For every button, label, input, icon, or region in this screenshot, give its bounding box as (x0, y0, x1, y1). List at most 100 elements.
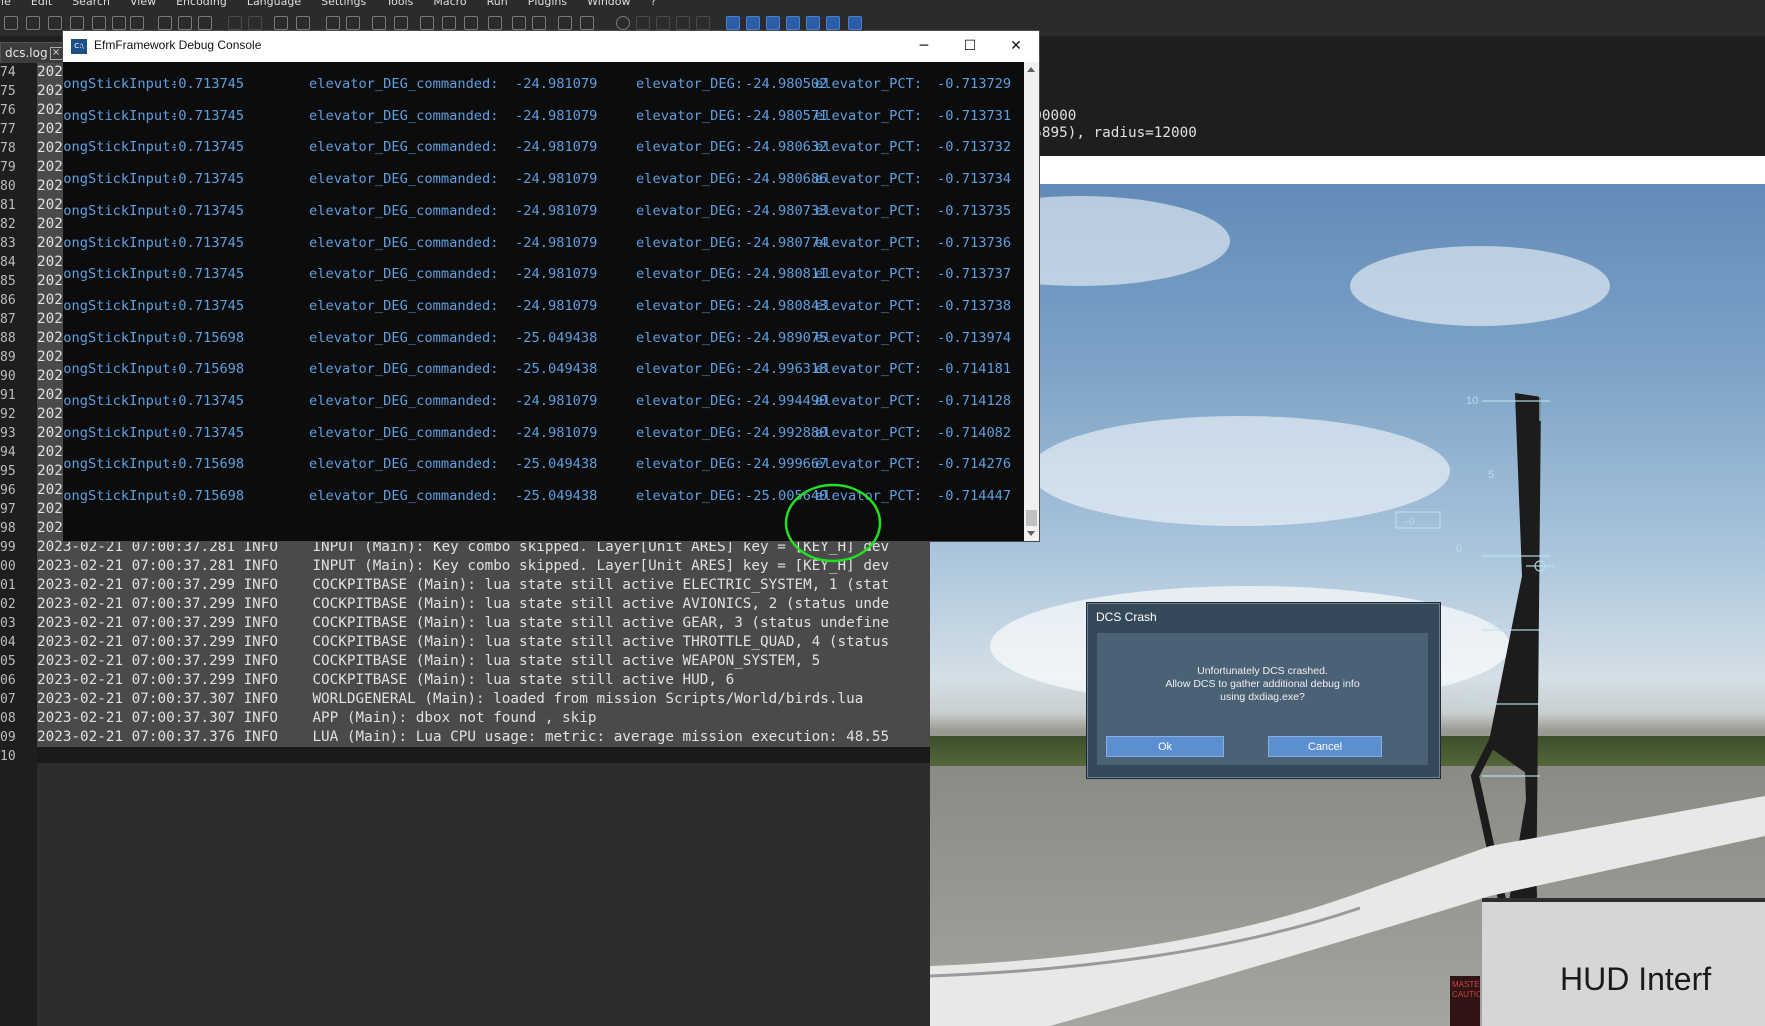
plugin-5-icon[interactable] (806, 16, 820, 30)
close-button[interactable]: ✕ (993, 31, 1039, 62)
menu-item[interactable]: ile (0, 0, 11, 8)
line-number: 78 (0, 141, 16, 156)
elevator-pct-value: -0.714276 (937, 456, 1012, 473)
menu-item[interactable]: View (130, 0, 156, 8)
save-macro-icon[interactable] (696, 16, 710, 30)
menu-item[interactable]: Window (587, 0, 630, 8)
stick-input-label: longStickInput: (63, 488, 179, 505)
elevator-pct-value: -0.714082 (937, 424, 1012, 441)
menu-item[interactable]: Language (247, 0, 301, 8)
elevator-deg-commanded-value: -25.049438 (515, 488, 598, 505)
plugin-3-icon[interactable] (766, 16, 780, 30)
hud-panel-label: HUD Interf (1560, 961, 1712, 997)
menu-item[interactable]: Tools (386, 0, 413, 8)
stick-input-value: -0.715698 (170, 456, 245, 473)
show-all-icon[interactable] (442, 16, 456, 30)
print-icon[interactable] (130, 16, 144, 30)
console-title: EfmFramework Debug Console (94, 38, 262, 52)
line-number: 93 (0, 426, 16, 441)
elevator-deg-label: elevator_DEG: (636, 234, 744, 251)
menu-item[interactable]: Settings (321, 0, 366, 8)
zoom-out-icon[interactable] (346, 16, 360, 30)
hud-ladder-label: -5 (1488, 619, 1498, 631)
undo-icon[interactable] (228, 16, 242, 30)
console-output[interactable]: longStickInput: -0.713745 elevator_DEG_com… (63, 62, 1024, 541)
replace-icon[interactable] (296, 16, 310, 30)
tab-dcs-log[interactable]: dcs.log × (0, 42, 67, 63)
elevator-pct-label: elevator_PCT: (815, 424, 923, 441)
scroll-down-icon[interactable] (1027, 531, 1035, 536)
elevator-pct-label: elevator_PCT: (815, 266, 923, 283)
elevator-deg-label: elevator_DEG: (636, 361, 744, 378)
menu-item[interactable]: Search (72, 0, 110, 8)
game-viewport[interactable]: 10 5 0 -5 -10 -0 HUD Interf MASTER CAUTI… (930, 156, 1765, 1026)
ok-button[interactable]: Ok (1106, 736, 1224, 757)
menu-item[interactable]: ? (651, 0, 657, 8)
elevator-pct-value: -0.713735 (937, 202, 1012, 219)
udl-icon[interactable] (488, 16, 502, 30)
indent-guide-icon[interactable] (464, 16, 478, 30)
maximize-button[interactable]: ☐ (947, 31, 993, 62)
find-icon[interactable] (274, 16, 288, 30)
paste-icon[interactable] (198, 16, 212, 30)
log-line: 2023-02-21 07:00:37.299 INFO COCKPITBASE… (37, 614, 930, 633)
elevator-pct-label: elevator_PCT: (815, 393, 923, 409)
cancel-button[interactable]: Cancel (1268, 736, 1382, 757)
menu-item[interactable]: Plugins (528, 0, 567, 8)
scroll-up-icon[interactable] (1027, 67, 1035, 72)
stop-icon[interactable] (636, 16, 650, 30)
line-number-gutter: 74 75 76 77 78 79 80 81 82 83 84 85 86 87 88 89 90 91 92 93… (0, 63, 37, 1026)
stick-input-label: longStickInput: (63, 76, 179, 92)
plugin-6-icon[interactable] (826, 16, 840, 30)
hud-ladder-label: -10 (1460, 693, 1476, 705)
play-icon[interactable] (656, 16, 670, 30)
copy-icon[interactable] (178, 16, 192, 30)
elevator-deg-commanded-label: elevator_DEG_commanded: (309, 171, 499, 188)
monitoring-icon[interactable] (580, 16, 594, 30)
close-icon[interactable] (92, 16, 106, 30)
menu-item[interactable]: Edit (31, 0, 52, 8)
play-multiple-icon[interactable] (676, 16, 690, 30)
close-all-icon[interactable] (112, 16, 126, 30)
doc-map-icon[interactable] (512, 16, 526, 30)
save-icon[interactable] (48, 16, 62, 30)
zoom-in-icon[interactable] (326, 16, 340, 30)
menu-item[interactable]: Run (487, 0, 508, 8)
plugin-1-icon[interactable] (726, 16, 740, 30)
line-number: 84 (0, 255, 16, 270)
elevator-deg-label: elevator_DEG: (636, 76, 744, 92)
plugin-4-icon[interactable] (786, 16, 800, 30)
minimize-button[interactable]: ─ (901, 31, 947, 62)
close-tab-icon[interactable]: × (49, 47, 63, 60)
line-number: 86 (0, 293, 16, 308)
scroll-thumb[interactable] (1026, 510, 1037, 526)
menu-item[interactable]: Encoding (176, 0, 227, 8)
sync-h-icon[interactable] (394, 16, 408, 30)
elevator-pct-value: -0.714447 (937, 488, 1012, 505)
record-icon[interactable] (616, 16, 630, 30)
console-title-bar[interactable]: C:\ EfmFramework Debug Console ─ ☐ ✕ (63, 31, 1039, 62)
elevator-deg-commanded-value: -24.981079 (515, 297, 598, 314)
plugin-2-icon[interactable] (746, 16, 760, 30)
new-file-icon[interactable] (4, 16, 18, 30)
redo-icon[interactable] (248, 16, 262, 30)
folder-workspace-icon[interactable] (558, 16, 572, 30)
plugin-7-icon[interactable] (848, 16, 862, 30)
console-scrollbar[interactable] (1024, 62, 1039, 541)
line-number: 97 (0, 502, 16, 517)
open-file-icon[interactable] (26, 16, 40, 30)
menu-item[interactable]: Macro (433, 0, 466, 8)
save-all-icon[interactable] (70, 16, 84, 30)
dialog-body: Unfortunately DCS crashed. Allow DCS to … (1097, 633, 1428, 765)
efm-debug-console-window[interactable]: C:\ EfmFramework Debug Console ─ ☐ ✕ lon… (62, 30, 1040, 563)
function-list-icon[interactable] (532, 16, 546, 30)
line-number: 74 (0, 65, 16, 80)
elevator-deg-label: elevator_DEG: (636, 488, 744, 505)
sync-v-icon[interactable] (372, 16, 386, 30)
dcs-crash-dialog: DCS Crash Unfortunately DCS crashed. All… (1087, 603, 1440, 778)
elevator-deg-label: elevator_DEG: (636, 297, 744, 314)
dialog-title: DCS Crash (1096, 610, 1157, 624)
word-wrap-icon[interactable] (420, 16, 434, 30)
cut-icon[interactable] (158, 16, 172, 30)
elevator-deg-label: elevator_DEG: (636, 171, 744, 188)
